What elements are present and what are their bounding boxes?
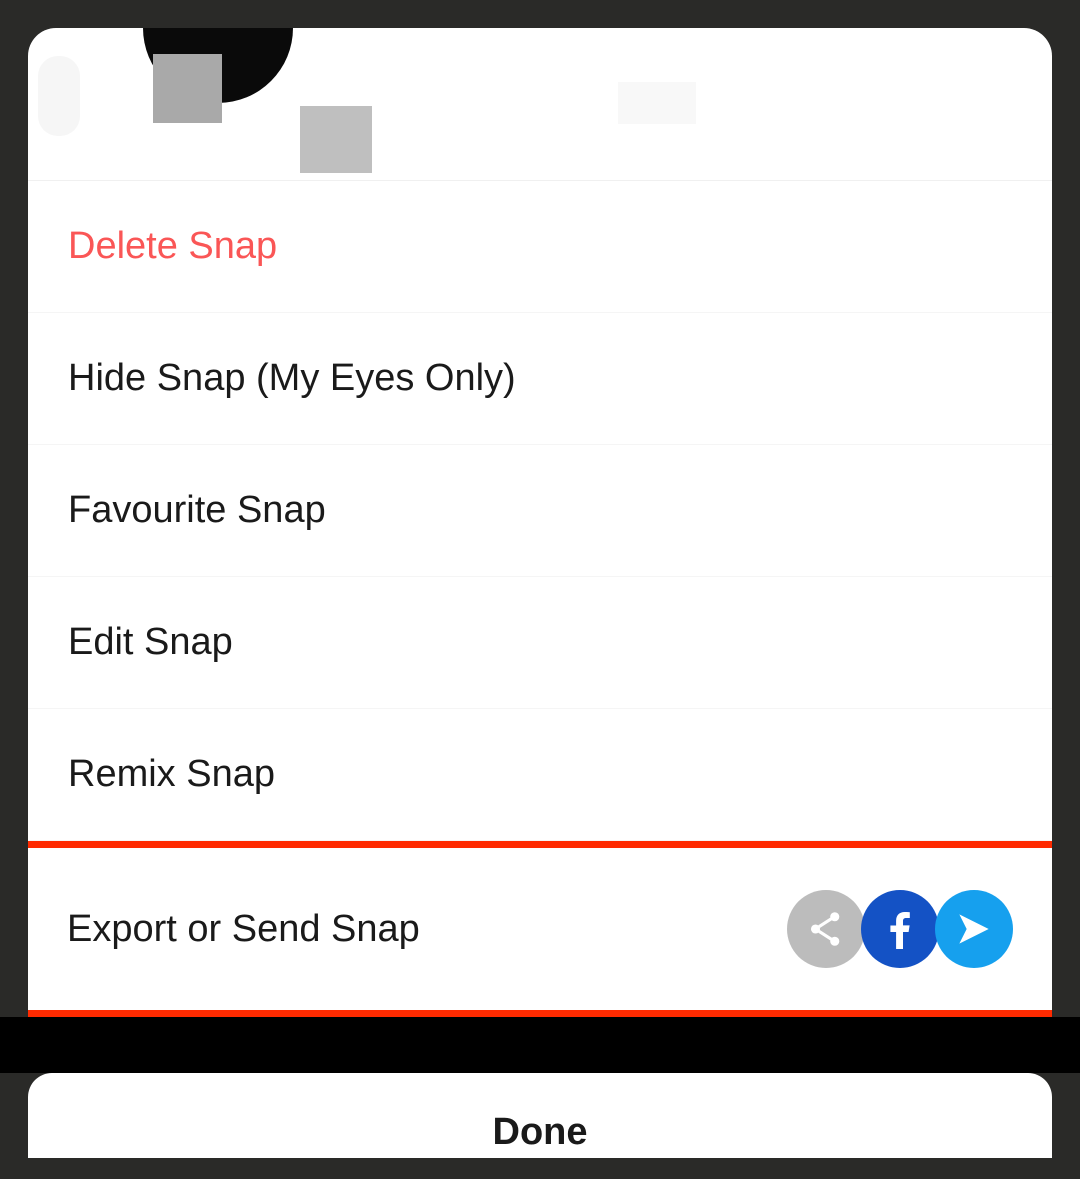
- menu-item-label: Export or Send Snap: [67, 908, 420, 951]
- share-icon[interactable]: [787, 890, 865, 968]
- facebook-icon[interactable]: [861, 890, 939, 968]
- header-redaction: [38, 56, 80, 136]
- done-button[interactable]: Done: [28, 1073, 1052, 1158]
- send-icon[interactable]: [935, 890, 1013, 968]
- menu-item-label: Favourite Snap: [68, 489, 326, 532]
- done-label: Done: [493, 1111, 588, 1153]
- action-sheet: Delete Snap Hide Snap (My Eyes Only) Fav…: [28, 28, 1052, 1017]
- share-icons-group: [791, 890, 1013, 968]
- hide-snap-item[interactable]: Hide Snap (My Eyes Only): [28, 313, 1052, 445]
- menu-item-label: Delete Snap: [68, 225, 277, 268]
- remix-snap-item[interactable]: Remix Snap: [28, 709, 1052, 841]
- export-send-snap-item[interactable]: Export or Send Snap: [28, 841, 1052, 1017]
- header-redaction: [618, 82, 696, 124]
- header-redaction: [300, 106, 372, 173]
- menu-item-label: Remix Snap: [68, 753, 275, 796]
- favourite-snap-item[interactable]: Favourite Snap: [28, 445, 1052, 577]
- menu-item-label: Edit Snap: [68, 621, 233, 664]
- menu-item-label: Hide Snap (My Eyes Only): [68, 357, 516, 400]
- menu-list: Delete Snap Hide Snap (My Eyes Only) Fav…: [28, 181, 1052, 1017]
- delete-snap-item[interactable]: Delete Snap: [28, 181, 1052, 313]
- edit-snap-item[interactable]: Edit Snap: [28, 577, 1052, 709]
- header-redaction: [153, 54, 222, 123]
- action-sheet-header: [28, 28, 1052, 181]
- sheet-separator: [0, 1017, 1080, 1073]
